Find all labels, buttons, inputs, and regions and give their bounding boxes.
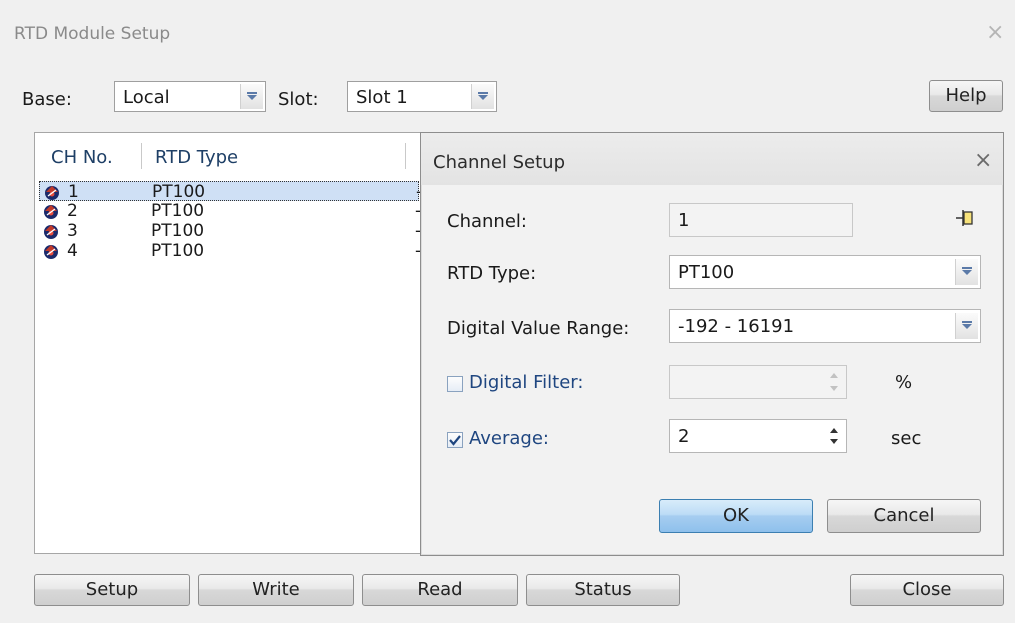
- range-dropdown-button[interactable]: [955, 313, 978, 339]
- channel-icon: [44, 205, 58, 219]
- close-button[interactable]: Close: [850, 574, 1004, 606]
- digital-filter-unit: %: [895, 372, 913, 393]
- digital-filter-spinner: [823, 367, 845, 397]
- channel-icon: [44, 245, 58, 259]
- cancel-button[interactable]: Cancel: [827, 499, 981, 533]
- rtd-type-label: RTD Type:: [447, 263, 537, 284]
- row-number: 4: [67, 241, 78, 261]
- slot-select[interactable]: Slot 1: [347, 81, 497, 112]
- list-item[interactable]: 1 PT100 -: [39, 181, 422, 202]
- row-rtd-type: PT100: [151, 221, 205, 241]
- average-checkbox[interactable]: [447, 432, 463, 448]
- row-rtd-type: PT100: [152, 182, 206, 202]
- average-spinner[interactable]: [823, 421, 845, 451]
- window-title: RTD Module Setup: [14, 24, 171, 44]
- column-header-ch-no[interactable]: CH No.: [51, 147, 113, 168]
- checkmark-icon: [449, 435, 461, 446]
- rtd-type-value: PT100: [678, 262, 735, 283]
- channel-label: Channel:: [447, 211, 527, 232]
- list-item[interactable]: 4 PT100 -: [39, 241, 421, 261]
- ok-button[interactable]: OK: [659, 499, 813, 533]
- digital-value-range-label: Digital Value Range:: [447, 318, 630, 339]
- digital-filter-label: Digital Filter:: [469, 372, 584, 393]
- slot-label: Slot:: [278, 89, 319, 110]
- digital-filter-checkbox[interactable]: [447, 376, 463, 392]
- spinner-arrows-icon: [830, 373, 838, 391]
- chevron-down-icon: [962, 321, 972, 329]
- channel-setup-dialog: Channel Setup × Channel: 1 RTD Type: PT1…: [420, 132, 1004, 556]
- average-input[interactable]: 2: [669, 419, 847, 453]
- channel-icon: [45, 186, 59, 200]
- base-label: Base:: [22, 89, 72, 110]
- row-rtd-type: PT100: [151, 241, 205, 261]
- chevron-down-icon: [478, 92, 488, 100]
- write-button[interactable]: Write: [198, 574, 354, 606]
- row-rtd-type: PT100: [151, 201, 205, 221]
- header-divider: [405, 143, 406, 169]
- digital-filter-input: [669, 365, 847, 399]
- average-unit: sec: [891, 428, 922, 449]
- dialog-title: Channel Setup: [433, 152, 566, 173]
- base-dropdown-button[interactable]: [240, 84, 263, 109]
- slot-dropdown-button[interactable]: [471, 84, 494, 109]
- column-header-rtd-type[interactable]: RTD Type: [155, 147, 238, 168]
- digital-value-range-select[interactable]: -192 - 16191: [669, 309, 981, 343]
- dialog-close-button[interactable]: ×: [974, 148, 992, 173]
- base-select[interactable]: Local: [114, 81, 266, 112]
- setup-button[interactable]: Setup: [34, 574, 190, 606]
- channel-icon: [44, 225, 58, 239]
- channel-value: 1: [678, 210, 690, 231]
- chevron-down-icon: [247, 92, 257, 100]
- spinner-arrows-icon: [830, 428, 838, 444]
- window-close-button[interactable]: ×: [986, 20, 1004, 45]
- channel-list: CH No. RTD Type 1 PT100 - 2 PT100 - 3 PT…: [34, 132, 438, 554]
- rtd-type-select[interactable]: PT100: [669, 255, 981, 289]
- base-select-value: Local: [123, 87, 170, 108]
- slot-select-value: Slot 1: [356, 87, 408, 108]
- average-label: Average:: [469, 428, 549, 449]
- help-button[interactable]: Help: [929, 80, 1003, 112]
- rtd-type-dropdown-button[interactable]: [955, 259, 978, 285]
- read-button[interactable]: Read: [362, 574, 518, 606]
- status-button[interactable]: Status: [526, 574, 680, 606]
- channel-field: 1: [669, 203, 853, 237]
- row-number: 2: [67, 201, 78, 221]
- list-item[interactable]: 2 PT100 -: [39, 201, 421, 221]
- list-item[interactable]: 3 PT100 -: [39, 221, 421, 241]
- chevron-down-icon: [962, 267, 972, 275]
- digital-value-range-value: -192 - 16191: [678, 316, 795, 337]
- header-divider: [141, 143, 142, 169]
- row-number: 3: [67, 221, 78, 241]
- pin-icon[interactable]: [955, 209, 977, 232]
- average-value: 2: [678, 426, 690, 447]
- row-number: 1: [68, 182, 79, 202]
